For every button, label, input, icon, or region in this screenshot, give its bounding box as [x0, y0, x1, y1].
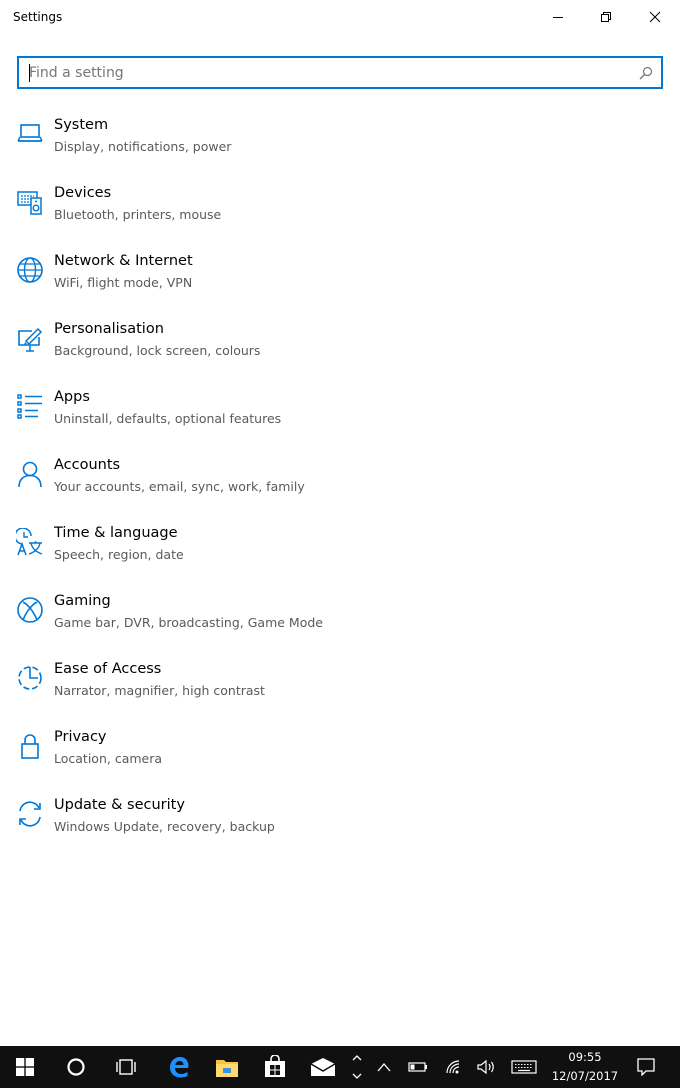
keyboard-icon	[511, 1060, 537, 1074]
chevron-up-icon[interactable]	[352, 1053, 362, 1063]
chevron-down-icon[interactable]	[352, 1071, 362, 1081]
search-box[interactable]	[17, 56, 663, 89]
category-title: Time & language	[54, 525, 178, 541]
laptop-icon	[14, 118, 46, 150]
battery-icon	[408, 1062, 427, 1072]
speaker-icon	[477, 1059, 494, 1075]
file-explorer-icon	[216, 1060, 238, 1077]
windows-start-icon	[16, 1058, 34, 1076]
category-subtitle: WiFi, flight mode, VPN	[54, 275, 193, 290]
category-ease-of-access[interactable]: Ease of Access Narrator, magnifier, high…	[0, 652, 680, 720]
taskbar-scroll[interactable]	[348, 1046, 366, 1088]
apps-list-icon	[14, 390, 46, 422]
category-update-security[interactable]: Update & security Windows Update, recove…	[0, 788, 680, 856]
minimize-button[interactable]	[535, 0, 581, 34]
window-title: Settings	[13, 10, 63, 24]
close-button[interactable]	[632, 0, 678, 34]
category-title: Update & security	[54, 797, 185, 813]
category-devices[interactable]: Devices Bluetooth, printers, mouse	[0, 176, 680, 244]
start-button[interactable]	[0, 1046, 50, 1088]
xbox-icon	[14, 594, 46, 626]
taskbar: 09:55 12/07/2017	[0, 1046, 680, 1088]
category-accounts[interactable]: Accounts Your accounts, email, sync, wor…	[0, 448, 680, 516]
category-title: Devices	[54, 185, 112, 201]
touch-keyboard-button[interactable]	[506, 1046, 542, 1088]
category-subtitle: Game bar, DVR, broadcasting, Game Mode	[54, 615, 323, 630]
category-time-language[interactable]: Time & language Speech, region, date	[0, 516, 680, 584]
store-button[interactable]	[251, 1046, 299, 1088]
mail-button[interactable]	[299, 1046, 347, 1088]
category-title: System	[54, 117, 109, 133]
edge-icon	[170, 1057, 189, 1078]
text-caret	[29, 64, 30, 82]
restore-button[interactable]	[583, 0, 629, 34]
category-subtitle: Background, lock screen, colours	[54, 343, 261, 358]
category-system[interactable]: System Display, notifications, power	[0, 108, 680, 176]
category-apps[interactable]: Apps Uninstall, defaults, optional featu…	[0, 380, 680, 448]
category-title: Personalisation	[54, 321, 164, 337]
clock-time: 09:55	[568, 1050, 602, 1064]
edge-button[interactable]	[155, 1046, 203, 1088]
search-icon[interactable]	[639, 66, 653, 80]
devices-icon	[14, 186, 46, 218]
category-title: Network & Internet	[54, 253, 193, 269]
category-subtitle: Location, camera	[54, 751, 163, 766]
category-privacy[interactable]: Privacy Location, camera	[0, 720, 680, 788]
paint-icon	[14, 322, 46, 354]
settings-category-list: System Display, notifications, power Dev…	[0, 108, 680, 856]
volume-button[interactable]	[470, 1046, 502, 1088]
wifi-icon	[446, 1060, 460, 1074]
category-subtitle: Your accounts, email, sync, work, family	[54, 479, 305, 494]
category-title: Gaming	[54, 593, 111, 609]
minimize-icon	[553, 17, 563, 18]
category-title: Ease of Access	[54, 661, 162, 677]
clock-date: 12/07/2017	[551, 1069, 619, 1083]
category-personalisation[interactable]: Personalisation Background, lock screen,…	[0, 312, 680, 380]
category-subtitle: Narrator, magnifier, high contrast	[54, 683, 265, 698]
time-language-icon	[14, 526, 46, 558]
category-subtitle: Bluetooth, printers, mouse	[54, 207, 222, 222]
battery-button[interactable]	[402, 1046, 434, 1088]
ease-of-access-icon	[14, 662, 46, 694]
category-subtitle: Uninstall, defaults, optional features	[54, 411, 282, 426]
category-title: Privacy	[54, 729, 107, 745]
action-center-button[interactable]	[626, 1046, 666, 1088]
file-explorer-button[interactable]	[203, 1046, 251, 1088]
lock-icon	[14, 730, 46, 762]
mail-icon	[310, 1058, 336, 1076]
network-button[interactable]	[438, 1046, 470, 1088]
chevron-up-icon	[377, 1063, 391, 1072]
show-hidden-icons-button[interactable]	[370, 1046, 398, 1088]
action-center-icon	[637, 1058, 655, 1076]
category-network[interactable]: Network & Internet WiFi, flight mode, VP…	[0, 244, 680, 312]
cortana-icon	[67, 1058, 85, 1076]
task-view-icon	[116, 1059, 136, 1075]
category-subtitle: Display, notifications, power	[54, 139, 232, 154]
task-view-button[interactable]	[102, 1046, 150, 1088]
restore-icon	[601, 12, 611, 22]
person-icon	[14, 458, 46, 490]
sync-icon	[14, 798, 46, 830]
category-title: Apps	[54, 389, 90, 405]
category-gaming[interactable]: Gaming Game bar, DVR, broadcasting, Game…	[0, 584, 680, 652]
category-subtitle: Windows Update, recovery, backup	[54, 819, 275, 834]
close-icon	[649, 11, 661, 23]
category-subtitle: Speech, region, date	[54, 547, 184, 562]
title-bar: Settings	[0, 0, 680, 36]
search-input[interactable]	[29, 62, 625, 84]
store-icon	[265, 1055, 285, 1077]
clock[interactable]: 09:55 12/07/2017	[549, 1046, 621, 1088]
category-title: Accounts	[54, 457, 121, 473]
globe-icon	[14, 254, 46, 286]
cortana-button[interactable]	[52, 1046, 100, 1088]
